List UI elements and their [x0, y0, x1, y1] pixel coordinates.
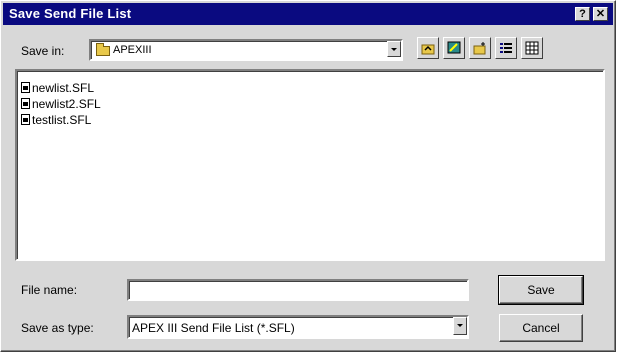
cancel-button[interactable]: Cancel — [499, 314, 583, 342]
dialog-title: Save Send File List — [9, 6, 132, 21]
up-one-level-button[interactable] — [417, 37, 439, 59]
chevron-down-icon[interactable] — [453, 317, 467, 335]
help-button[interactable]: ? — [575, 7, 590, 21]
file-name-field[interactable] — [127, 279, 469, 301]
close-button[interactable]: ✕ — [593, 7, 608, 21]
close-icon: ✕ — [595, 8, 606, 20]
help-icon: ? — [579, 8, 586, 20]
save-as-type-value: APEX III Send File List (*.SFL) — [132, 321, 295, 335]
file-icon — [21, 114, 30, 125]
details-view-button[interactable] — [521, 37, 543, 59]
desktop-icon — [447, 41, 461, 54]
save-as-type-label: Save as type: — [21, 321, 94, 335]
list-view-icon — [500, 43, 512, 53]
new-folder-button[interactable] — [469, 37, 491, 59]
new-folder-icon — [473, 42, 486, 55]
file-name-text: testlist.SFL — [32, 113, 92, 127]
save-in-value: APEXIII — [113, 44, 152, 56]
file-name-label: File name: — [21, 283, 78, 297]
save-dialog: Save Send File List ? ✕ Save in: APEXIII — [0, 0, 616, 352]
file-name-text: newlist2.SFL — [32, 97, 101, 111]
title-bar[interactable]: Save Send File List ? ✕ — [3, 3, 613, 25]
file-name-text: newlist.SFL — [32, 81, 95, 95]
save-as-type-dropdown[interactable]: APEX III Send File List (*.SFL) — [127, 315, 469, 339]
save-in-dropdown[interactable]: APEXIII — [89, 39, 403, 61]
save-button[interactable]: Save — [498, 275, 584, 305]
file-icon — [21, 98, 30, 109]
details-view-icon — [525, 41, 539, 55]
save-in-label: Save in: — [21, 44, 65, 58]
file-icon — [21, 82, 30, 93]
chevron-down-icon[interactable] — [387, 41, 401, 57]
desktop-button[interactable] — [443, 37, 465, 59]
up-folder-icon — [421, 44, 435, 55]
list-view-button[interactable] — [495, 37, 517, 59]
file-list[interactable]: newlist.SFL newlist2.SFL testlist.SFL — [15, 69, 605, 261]
folder-icon — [96, 43, 110, 56]
